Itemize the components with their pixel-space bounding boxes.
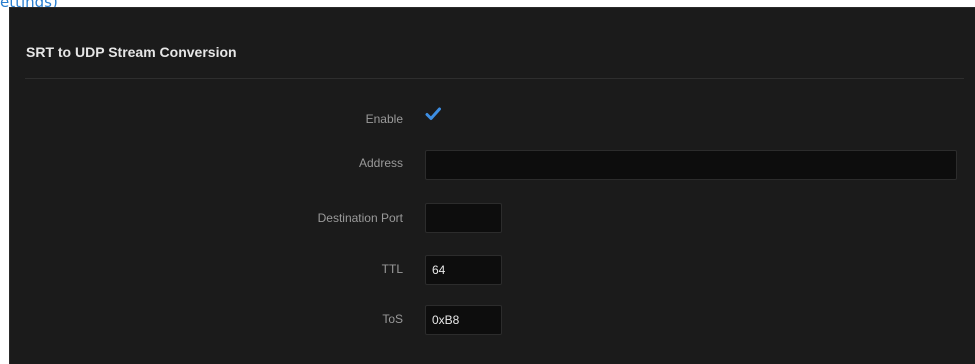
panel-title: SRT to UDP Stream Conversion (26, 44, 237, 60)
ttl-input[interactable] (425, 255, 502, 285)
enable-label: Enable (365, 112, 403, 126)
address-label: Address (358, 156, 403, 170)
destination-port-input[interactable] (425, 203, 502, 233)
checkmark-icon (425, 107, 441, 120)
enable-checkbox[interactable] (425, 106, 441, 122)
title-divider (25, 78, 964, 79)
address-input[interactable] (425, 150, 957, 180)
tos-input[interactable] (425, 305, 502, 335)
destination-port-label: Destination Port (317, 211, 403, 225)
tos-label: ToS (382, 312, 403, 326)
ttl-label: TTL (381, 262, 403, 276)
